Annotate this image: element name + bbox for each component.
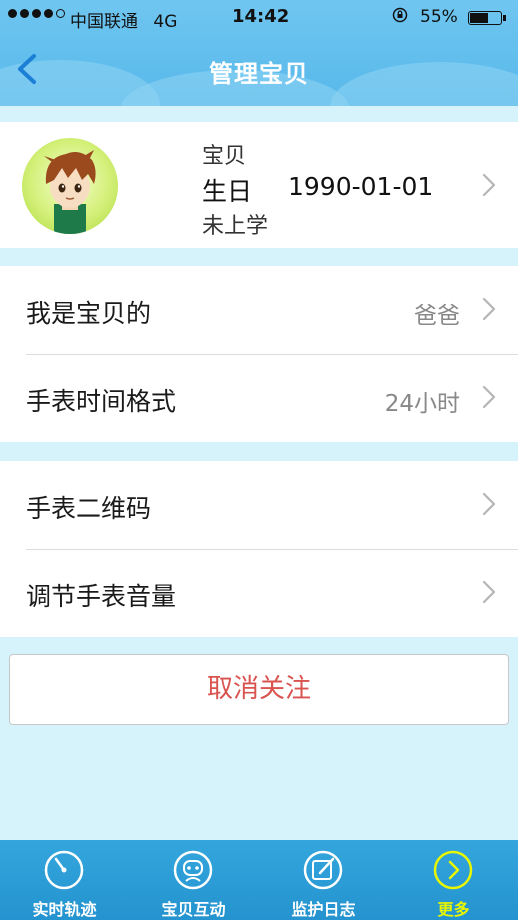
watch-volume-row[interactable]: 调节手表音量 bbox=[0, 549, 518, 637]
tab-bar: 实时轨迹 宝贝互动 监护日志 更多 bbox=[0, 840, 518, 920]
tab-baby-interact[interactable]: 宝贝互动 bbox=[129, 840, 258, 920]
birthday-value: 1990-01-01 bbox=[288, 172, 434, 201]
school-status: 未上学 bbox=[202, 214, 269, 239]
birthday-label: 生日 bbox=[202, 177, 253, 206]
relation-label: 我是宝贝的 bbox=[26, 299, 152, 328]
watch-qrcode-label: 手表二维码 bbox=[26, 494, 152, 523]
nav-bar: 中国联通 4G 14:42 55% 管理宝贝 bbox=[0, 0, 518, 106]
chevron-circle-icon bbox=[433, 850, 473, 890]
network-type: 4G bbox=[153, 12, 178, 32]
settings-group-2: 手表二维码 调节手表音量 bbox=[0, 461, 518, 637]
edit-note-icon bbox=[303, 850, 343, 890]
time-format-value: 24小时 bbox=[384, 391, 460, 417]
time-format-label: 手表时间格式 bbox=[26, 387, 177, 416]
tab-label: 宝贝互动 bbox=[161, 900, 226, 919]
child-name: 宝贝 bbox=[202, 144, 247, 169]
rotation-lock-icon bbox=[392, 7, 408, 27]
status-bar: 中国联通 4G 14:42 55% bbox=[0, 0, 518, 36]
watch-qrcode-row[interactable]: 手表二维码 bbox=[0, 461, 518, 549]
watch-volume-label: 调节手表音量 bbox=[26, 582, 177, 611]
avatar bbox=[22, 138, 118, 234]
page-title: 管理宝贝 bbox=[209, 60, 309, 88]
status-time: 14:42 bbox=[232, 6, 290, 27]
profile-card[interactable]: 宝贝 生日 1990-01-01 未上学 bbox=[0, 122, 518, 248]
tab-label: 更多 bbox=[437, 900, 470, 919]
carrier-name: 中国联通 bbox=[70, 12, 138, 32]
signal-icon bbox=[8, 9, 65, 18]
time-format-row[interactable]: 手表时间格式 24小时 bbox=[0, 354, 518, 442]
battery-level bbox=[470, 13, 488, 23]
speedometer-icon bbox=[44, 850, 84, 890]
settings-group-1: 我是宝贝的 爸爸 手表时间格式 24小时 bbox=[0, 266, 518, 442]
chevron-right-icon bbox=[482, 173, 496, 197]
tab-label: 监护日志 bbox=[291, 900, 356, 919]
chevron-right-icon bbox=[482, 492, 496, 516]
battery-icon bbox=[468, 11, 506, 25]
tab-more[interactable]: 更多 bbox=[389, 840, 518, 920]
relation-value: 爸爸 bbox=[414, 303, 460, 329]
chevron-right-icon bbox=[482, 580, 496, 604]
cartoon-boy-avatar-icon bbox=[44, 150, 96, 234]
tab-realtime-track[interactable]: 实时轨迹 bbox=[0, 840, 129, 920]
tab-label: 实时轨迹 bbox=[32, 900, 97, 919]
unfollow-button[interactable]: 取消关注 bbox=[9, 654, 509, 725]
relation-row[interactable]: 我是宝贝的 爸爸 bbox=[0, 266, 518, 354]
tab-monitor-log[interactable]: 监护日志 bbox=[259, 840, 388, 920]
chevron-right-icon bbox=[482, 297, 496, 321]
chevron-right-icon bbox=[482, 385, 496, 409]
robot-face-icon bbox=[173, 850, 213, 890]
battery-percent: 55% bbox=[420, 7, 458, 27]
